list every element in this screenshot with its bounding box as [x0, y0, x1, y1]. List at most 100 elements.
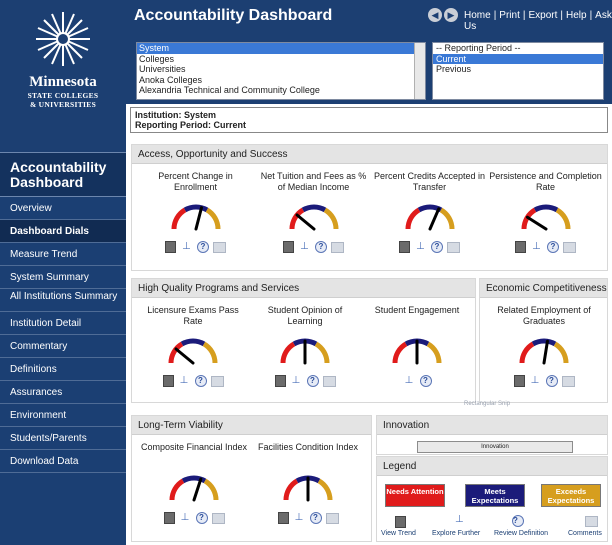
- explore-further-icon[interactable]: ⊥: [414, 241, 427, 253]
- sidebar-item-dashboard-dials[interactable]: Dashboard Dials: [0, 220, 126, 243]
- view-trend-icon[interactable]: [162, 375, 174, 387]
- institution-option[interactable]: Universities: [137, 64, 425, 75]
- institution-scrollbar[interactable]: [414, 43, 425, 99]
- back-arrow-icon[interactable]: ◀: [428, 8, 442, 22]
- gauge-needle: [542, 339, 549, 365]
- institution-option[interactable]: Alexandria Technical and Community Colle…: [137, 85, 425, 96]
- period-option[interactable]: -- Reporting Period --: [433, 43, 603, 54]
- explore-further-icon[interactable]: ⊥: [293, 512, 306, 524]
- dial-title: Related Employment of Graduates: [497, 305, 591, 326]
- print-link[interactable]: Print: [499, 10, 520, 21]
- comments-icon[interactable]: [325, 512, 339, 524]
- institution-option[interactable]: System: [137, 43, 425, 54]
- review-definition-icon[interactable]: ?: [197, 241, 209, 253]
- comments-icon[interactable]: [447, 241, 460, 253]
- review-definition-icon[interactable]: ?: [315, 241, 327, 253]
- view-trend-icon[interactable]: [163, 512, 175, 524]
- institution-listbox[interactable]: System Colleges Universities Anoka Colle…: [136, 42, 426, 100]
- needs-attention-arc: [519, 341, 535, 364]
- institution-option[interactable]: Anoka Colleges: [137, 75, 425, 86]
- view-trend-icon[interactable]: [274, 375, 286, 387]
- sidebar-item-environment[interactable]: Environment: [0, 404, 126, 427]
- home-link[interactable]: Home: [464, 10, 491, 21]
- dial-title: Percent Credits Accepted in Transfer: [373, 171, 486, 192]
- selector-area: System Colleges Universities Anoka Colle…: [126, 30, 612, 104]
- comments-icon[interactable]: [561, 375, 575, 387]
- legend-needs-attention: Needs Attention: [385, 484, 445, 507]
- gauge-needle: [525, 215, 547, 231]
- period-option[interactable]: Previous: [433, 64, 603, 75]
- gauge-icon: [521, 204, 570, 231]
- panel-title: Long-Term Viability: [132, 416, 371, 435]
- dial: Facilities Condition Index ⊥?: [252, 442, 364, 528]
- meets-expectations-arc: [531, 338, 557, 347]
- view-trend-icon[interactable]: [399, 241, 410, 253]
- panel-access: Access, Opportunity and Success Percent …: [131, 144, 608, 271]
- review-definition-icon[interactable]: ?: [195, 512, 208, 524]
- dial-actions: ⊥?: [138, 241, 253, 257]
- exceeds-expectations-arc: [426, 341, 442, 364]
- review-definition-icon[interactable]: ?: [547, 241, 559, 253]
- sidebar-item-all-institutions-summary[interactable]: All Institutions Summary: [0, 289, 126, 312]
- sidebar-item-definitions[interactable]: Definitions: [0, 358, 126, 381]
- dial: Persistence and Completion Rate ⊥?: [488, 171, 603, 257]
- comments-icon[interactable]: [563, 241, 576, 253]
- dial-title: Student Engagement: [374, 305, 460, 315]
- review-definition-icon[interactable]: ?: [545, 375, 558, 387]
- review-definition-icon[interactable]: ?: [431, 241, 443, 253]
- explore-further-icon[interactable]: ⊥: [530, 241, 543, 253]
- comments-icon[interactable]: [322, 375, 336, 387]
- view-trend-icon[interactable]: [277, 512, 289, 524]
- sidebar-title-line2: Dashboard: [10, 174, 84, 190]
- gauge-icon: [283, 475, 333, 502]
- institution-option[interactable]: Colleges: [137, 54, 425, 65]
- period-option[interactable]: Current: [433, 53, 603, 64]
- sidebar-item-students-parents[interactable]: Students/Parents: [0, 427, 126, 450]
- sidebar-item-commentary[interactable]: Commentary: [0, 335, 126, 358]
- comments-icon[interactable]: [331, 241, 344, 253]
- period-listbox[interactable]: -- Reporting Period -- Current Previous: [432, 42, 604, 100]
- view-trend-icon[interactable]: [515, 241, 526, 253]
- explore-further-icon[interactable]: ⊥: [403, 375, 416, 387]
- exceeds-expectations-arc: [203, 478, 219, 501]
- explore-further-icon[interactable]: ⊥: [298, 241, 311, 253]
- explore-further-icon[interactable]: ⊥: [180, 241, 193, 253]
- review-definition-icon[interactable]: ?: [309, 512, 322, 524]
- gauge-icon: [289, 204, 338, 231]
- export-link[interactable]: Export: [528, 10, 557, 21]
- dial-title: Licensure Exams Pass Rate: [147, 305, 239, 326]
- sidebar-item-download-data[interactable]: Download Data: [0, 450, 126, 473]
- explore-further-icon[interactable]: ⊥: [178, 375, 191, 387]
- institution-line: Institution: System: [135, 110, 217, 120]
- dial: Composite Financial Index ⊥?: [138, 442, 250, 528]
- review-definition-icon[interactable]: ?: [419, 375, 432, 387]
- comments-icon[interactable]: [211, 512, 225, 524]
- sidebar-item-system-summary[interactable]: System Summary: [0, 266, 126, 289]
- dial-actions: ⊥?: [138, 375, 248, 391]
- dial: Percent Change in Enrollment ⊥?: [138, 171, 253, 257]
- review-definition-icon[interactable]: ?: [306, 375, 319, 387]
- explore-further-icon[interactable]: ⊥: [529, 375, 542, 387]
- sidebar-item-overview[interactable]: Overview: [0, 197, 126, 220]
- view-trend-icon[interactable]: [165, 241, 176, 253]
- explore-further-icon[interactable]: ⊥: [290, 375, 303, 387]
- view-trend-icon[interactable]: [283, 241, 294, 253]
- dial-title: Percent Change in Enrollment: [158, 171, 233, 192]
- gauge-needle: [428, 207, 440, 231]
- sidebar-item-assurances[interactable]: Assurances: [0, 381, 126, 404]
- view-trend-icon[interactable]: [513, 375, 525, 387]
- comments-icon[interactable]: [210, 375, 224, 387]
- comments-icon[interactable]: [213, 241, 226, 253]
- sidebar-item-institution-detail[interactable]: Institution Detail: [0, 312, 126, 335]
- sidebar-item-measure-trend[interactable]: Measure Trend: [0, 243, 126, 266]
- dial: Student Engagement ⊥?: [362, 305, 472, 391]
- forward-arrow-icon[interactable]: ▶: [444, 8, 458, 22]
- explore-further-icon[interactable]: ⊥: [179, 512, 192, 524]
- review-definition-icon[interactable]: ?: [194, 375, 207, 387]
- history-nav: ◀ ▶: [428, 8, 460, 22]
- top-links: Home | Print | Export | Help | Ask Us: [464, 10, 612, 32]
- panel-title: Economic Competitiveness: [480, 279, 607, 298]
- dial-actions: ⊥?: [488, 375, 600, 391]
- innovation-button[interactable]: Innovation: [417, 441, 573, 453]
- help-link[interactable]: Help: [566, 10, 587, 21]
